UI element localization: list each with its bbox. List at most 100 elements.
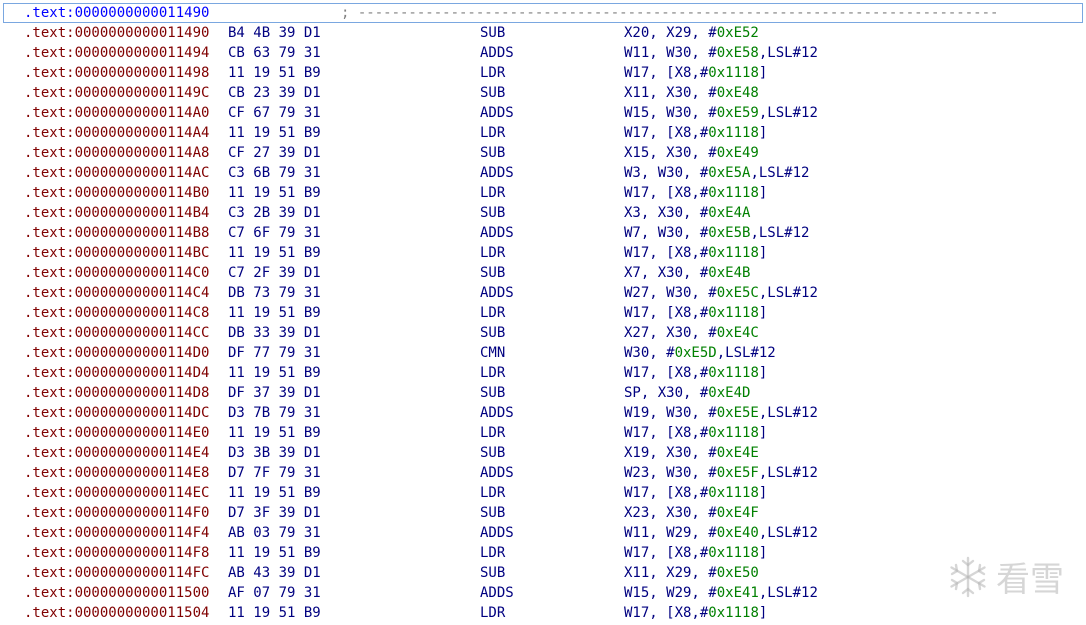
row-address[interactable]: .text:00000000000114E4 xyxy=(24,443,209,463)
row-address[interactable]: .text:0000000000011498 xyxy=(24,63,209,83)
listing-row[interactable]: .text:000000000001149C CB 23 39 D1 SUB X11,… xyxy=(0,83,1086,103)
operands[interactable]: W17, [X8,#0x1118] xyxy=(624,363,767,383)
row-address[interactable]: .text:00000000000114C8 xyxy=(24,303,209,323)
mnemonic[interactable]: SUB xyxy=(480,563,505,583)
operands[interactable]: X23, X30, #0xE4F xyxy=(624,503,759,523)
row-address[interactable]: .text:0000000000011490 xyxy=(24,23,209,43)
listing-row[interactable]: .text:00000000000114E0 11 19 51 B9 LDR W17,… xyxy=(0,423,1086,443)
mnemonic[interactable]: SUB xyxy=(480,23,505,43)
listing-row[interactable]: .text:00000000000114EC 11 19 51 B9 LDR W17,… xyxy=(0,483,1086,503)
listing-row[interactable]: .text:00000000000114F8 11 19 51 B9 LDR W17,… xyxy=(0,543,1086,563)
listing-row[interactable]: .text:00000000000114DC D3 7B 79 31 ADDS W19… xyxy=(0,403,1086,423)
operands[interactable]: W30, #0xE5D,LSL#12 xyxy=(624,343,776,363)
operands[interactable]: W17, [X8,#0x1118] xyxy=(624,123,767,143)
row-address[interactable]: .text:00000000000114DC xyxy=(24,403,209,423)
listing-row[interactable]: .text:0000000000011498 11 19 51 B9 LDR W17,… xyxy=(0,63,1086,83)
operands[interactable]: W15, W30, #0xE59,LSL#12 xyxy=(624,103,818,123)
row-address[interactable]: .text:00000000000114CC xyxy=(24,323,209,343)
operands[interactable]: W27, W30, #0xE5C,LSL#12 xyxy=(624,283,818,303)
row-address[interactable]: .text:00000000000114A4 xyxy=(24,123,209,143)
operands[interactable]: W17, [X8,#0x1118] xyxy=(624,243,767,263)
listing-row[interactable]: .text:00000000000114FC AB 43 39 D1 SUB X11,… xyxy=(0,563,1086,583)
mnemonic[interactable]: LDR xyxy=(480,363,505,383)
mnemonic[interactable]: SUB xyxy=(480,383,505,403)
mnemonic[interactable]: ADDS xyxy=(480,43,514,63)
row-address[interactable]: .text:0000000000011490 xyxy=(24,3,209,23)
listing-row[interactable]: .text:00000000000114D0 DF 77 79 31 CMN W30,… xyxy=(0,343,1086,363)
listing-row[interactable]: .text:00000000000114AC C3 6B 79 31 ADDS W3,… xyxy=(0,163,1086,183)
operands[interactable]: X27, X30, #0xE4C xyxy=(624,323,759,343)
mnemonic[interactable]: ADDS xyxy=(480,403,514,423)
row-address[interactable]: .text:0000000000011504 xyxy=(24,603,209,623)
mnemonic[interactable]: LDR xyxy=(480,603,505,623)
mnemonic[interactable]: LDR xyxy=(480,543,505,563)
row-address[interactable]: .text:0000000000011494 xyxy=(24,43,209,63)
row-address[interactable]: .text:00000000000114B4 xyxy=(24,203,209,223)
operands[interactable]: W17, [X8,#0x1118] xyxy=(624,63,767,83)
mnemonic[interactable]: ADDS xyxy=(480,523,514,543)
row-address[interactable]: .text:00000000000114D4 xyxy=(24,363,209,383)
row-address[interactable]: .text:00000000000114F4 xyxy=(24,523,209,543)
mnemonic[interactable]: LDR xyxy=(480,63,505,83)
listing-row[interactable]: .text:00000000000114D8 DF 37 39 D1 SUB SP, … xyxy=(0,383,1086,403)
mnemonic[interactable]: SUB xyxy=(480,143,505,163)
operands[interactable]: W15, W29, #0xE41,LSL#12 xyxy=(624,583,818,603)
listing-row[interactable]: .text:00000000000114B4 C3 2B 39 D1 SUB X3, … xyxy=(0,203,1086,223)
operands[interactable]: W7, W30, #0xE5B,LSL#12 xyxy=(624,223,809,243)
mnemonic[interactable]: LDR xyxy=(480,243,505,263)
mnemonic[interactable]: SUB xyxy=(480,203,505,223)
operands[interactable]: W3, W30, #0xE5A,LSL#12 xyxy=(624,163,809,183)
listing-row[interactable]: .text:00000000000114C4 DB 73 79 31 ADDS W27… xyxy=(0,283,1086,303)
operands[interactable]: X15, X30, #0xE49 xyxy=(624,143,759,163)
listing-row[interactable]: .text:00000000000114E4 D3 3B 39 D1 SUB X19,… xyxy=(0,443,1086,463)
operands[interactable]: W23, W30, #0xE5F,LSL#12 xyxy=(624,463,818,483)
operands[interactable]: W17, [X8,#0x1118] xyxy=(624,603,767,623)
mnemonic[interactable]: SUB xyxy=(480,443,505,463)
row-address[interactable]: .text:00000000000114E0 xyxy=(24,423,209,443)
listing-row[interactable]: .text:00000000000114A8 CF 27 39 D1 SUB X15,… xyxy=(0,143,1086,163)
row-address[interactable]: .text:00000000000114EC xyxy=(24,483,209,503)
listing-row[interactable]: .text:00000000000114B8 C7 6F 79 31 ADDS W7,… xyxy=(0,223,1086,243)
row-address[interactable]: .text:00000000000114A8 xyxy=(24,143,209,163)
mnemonic[interactable]: ADDS xyxy=(480,163,514,183)
listing-row[interactable]: .text:00000000000114F4 AB 03 79 31 ADDS W11… xyxy=(0,523,1086,543)
mnemonic[interactable]: ADDS xyxy=(480,583,514,603)
mnemonic[interactable]: SUB xyxy=(480,263,505,283)
disassembly-listing[interactable]: .text:0000000000011490 ; ---------------… xyxy=(0,3,1086,623)
mnemonic[interactable]: ADDS xyxy=(480,103,514,123)
row-address[interactable]: .text:00000000000114BC xyxy=(24,243,209,263)
listing-row[interactable]: .text:00000000000114CC DB 33 39 D1 SUB X27,… xyxy=(0,323,1086,343)
mnemonic[interactable]: SUB xyxy=(480,503,505,523)
mnemonic[interactable]: LDR xyxy=(480,183,505,203)
operands[interactable]: W17, [X8,#0x1118] xyxy=(624,483,767,503)
listing-row-selected[interactable]: .text:0000000000011490 ; ---------------… xyxy=(3,3,1083,23)
operands[interactable]: W11, W29, #0xE40,LSL#12 xyxy=(624,523,818,543)
mnemonic[interactable]: ADDS xyxy=(480,283,514,303)
listing-row[interactable]: .text:00000000000114D4 11 19 51 B9 LDR W17,… xyxy=(0,363,1086,383)
row-address[interactable]: .text:00000000000114C4 xyxy=(24,283,209,303)
operands[interactable]: X7, X30, #0xE4B xyxy=(624,263,750,283)
operands[interactable]: X11, X29, #0xE50 xyxy=(624,563,759,583)
operands[interactable]: X19, X30, #0xE4E xyxy=(624,443,759,463)
mnemonic[interactable]: LDR xyxy=(480,483,505,503)
listing-row[interactable]: .text:00000000000114C8 11 19 51 B9 LDR W17,… xyxy=(0,303,1086,323)
listing-row[interactable]: .text:00000000000114A0 CF 67 79 31 ADDS W15… xyxy=(0,103,1086,123)
listing-row[interactable]: .text:00000000000114C0 C7 2F 39 D1 SUB X7, … xyxy=(0,263,1086,283)
operands[interactable]: X3, X30, #0xE4A xyxy=(624,203,750,223)
row-address[interactable]: .text:00000000000114F8 xyxy=(24,543,209,563)
mnemonic[interactable]: LDR xyxy=(480,123,505,143)
row-address[interactable]: .text:00000000000114F0 xyxy=(24,503,209,523)
mnemonic[interactable]: LDR xyxy=(480,303,505,323)
operands[interactable]: X11, X30, #0xE48 xyxy=(624,83,759,103)
operands[interactable]: W19, W30, #0xE5E,LSL#12 xyxy=(624,403,818,423)
listing-row[interactable]: .text:00000000000114A4 11 19 51 B9 LDR W17,… xyxy=(0,123,1086,143)
operands[interactable]: W17, [X8,#0x1118] xyxy=(624,423,767,443)
row-address[interactable]: .text:00000000000114A0 xyxy=(24,103,209,123)
operands[interactable]: X20, X29, #0xE52 xyxy=(624,23,759,43)
listing-row[interactable]: .text:00000000000114B0 11 19 51 B9 LDR W17,… xyxy=(0,183,1086,203)
row-address[interactable]: .text:00000000000114B0 xyxy=(24,183,209,203)
mnemonic[interactable]: ADDS xyxy=(480,463,514,483)
listing-row[interactable]: .text:0000000000011500 AF 07 79 31 ADDS W15… xyxy=(0,583,1086,603)
listing-row[interactable]: .text:00000000000114BC 11 19 51 B9 LDR W17,… xyxy=(0,243,1086,263)
row-address[interactable]: .text:00000000000114D8 xyxy=(24,383,209,403)
